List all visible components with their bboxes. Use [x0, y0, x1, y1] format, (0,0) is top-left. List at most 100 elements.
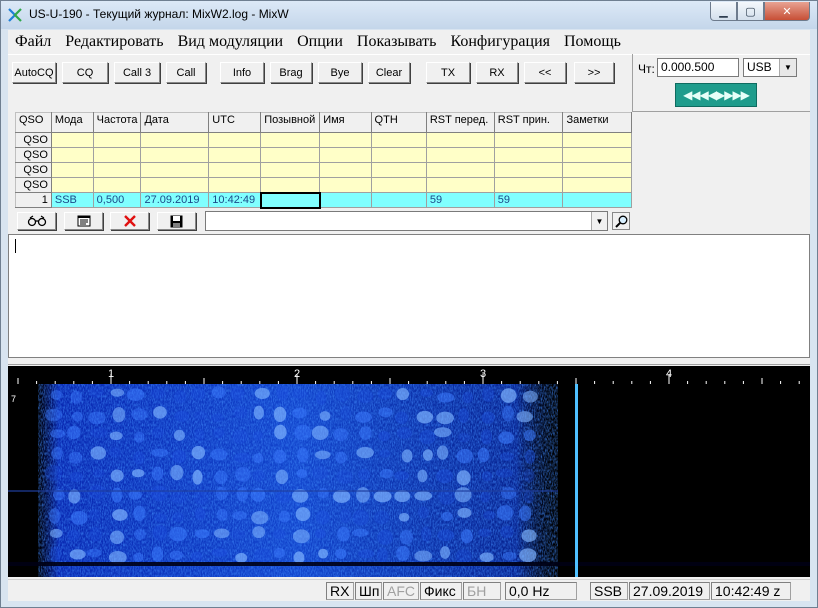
waterfall-display[interactable]: 1234 7 [8, 366, 810, 577]
notes-cell[interactable] [562, 192, 632, 208]
delete-button[interactable] [110, 212, 149, 230]
column-header[interactable]: Имя [319, 112, 372, 133]
utc-cell[interactable]: 10:42:49 [208, 192, 262, 208]
menu-help[interactable]: Помощь [557, 33, 628, 51]
signal-speckle [294, 424, 311, 441]
tx-button[interactable]: TX [426, 62, 470, 83]
rx-status: RX [326, 582, 354, 600]
signal-speckle [523, 429, 536, 442]
table-row[interactable]: QSO [15, 147, 632, 163]
title-bar[interactable]: US-U-190 - Текущий журнал: MixW2.log - M… [1, 1, 817, 29]
signal-speckle [317, 487, 329, 499]
find-button[interactable] [17, 212, 56, 230]
panel-splitter[interactable] [8, 358, 810, 365]
column-header[interactable]: QTH [370, 112, 427, 133]
next-button[interactable]: >> [574, 62, 614, 83]
menu-options[interactable]: Опции [290, 33, 350, 51]
signal-speckle [111, 487, 123, 503]
chevron-down-icon[interactable]: ▼ [779, 59, 796, 76]
prev-button[interactable]: << [524, 62, 566, 83]
menu-mode[interactable]: Вид модуляции [171, 33, 291, 51]
table-row[interactable]: QSO [15, 132, 632, 148]
minimize-button[interactable]: ▁ [710, 2, 737, 21]
menu-file[interactable]: Файл [8, 33, 58, 51]
signal-speckle [419, 430, 436, 445]
receive-text-area[interactable] [8, 234, 810, 358]
clear-button[interactable]: Clear [368, 62, 410, 83]
afc-toggle[interactable]: AFC [383, 582, 419, 600]
signal-speckle [334, 386, 351, 402]
bn-toggle[interactable]: БН [463, 582, 501, 600]
menu-view[interactable]: Показывать [350, 33, 444, 51]
signal-speckle [394, 411, 409, 424]
tune-arrows-control[interactable]: ◀◀◀◀▶▶▶▶ [675, 83, 757, 107]
column-header[interactable]: UTC [208, 112, 262, 133]
column-header[interactable]: RST перед. [425, 112, 495, 133]
bye-button[interactable]: Bye [318, 62, 362, 83]
call-button[interactable]: Call [166, 62, 206, 83]
info-button[interactable]: Info [220, 62, 264, 83]
column-header[interactable]: Дата [140, 112, 210, 133]
save-qso-button[interactable] [157, 212, 196, 230]
signal-speckle [151, 546, 164, 562]
signal-speckle [230, 386, 245, 401]
callsign-combo[interactable]: ▼ [205, 211, 608, 231]
signal-speckle [278, 510, 290, 523]
column-header[interactable]: Позывной [260, 112, 321, 133]
frequency-cell[interactable]: 0,500 [92, 192, 142, 208]
call3-button[interactable]: Call 3 [114, 62, 160, 83]
waterfall-spectrum[interactable] [8, 384, 810, 577]
table-row[interactable]: QSO [15, 177, 632, 193]
mode-select[interactable]: USB ▼ [743, 58, 797, 77]
signal-speckle [232, 429, 248, 444]
menu-configuration[interactable]: Конфигурация [443, 33, 557, 51]
menu-edit[interactable]: Редактировать [58, 33, 170, 51]
maximize-button[interactable]: ▢ [737, 2, 764, 21]
signal-speckle [276, 385, 289, 401]
column-header[interactable]: RST прин. [493, 112, 564, 133]
notepad-icon [77, 215, 90, 227]
signal-speckle [69, 471, 83, 483]
column-header[interactable]: Частота [92, 112, 142, 133]
signal-speckle [214, 470, 228, 485]
frequency-input[interactable]: 0.000.500 [657, 58, 739, 77]
mode-cell[interactable]: SSB [50, 192, 94, 208]
column-header[interactable]: Заметки [562, 112, 632, 133]
log-header-row: QSO Мода Частота Дата UTC Позывной Имя Q… [15, 112, 632, 133]
signal-speckle [479, 552, 494, 562]
signal-speckle [174, 410, 190, 422]
details-button[interactable] [64, 212, 103, 230]
tuning-cursor[interactable] [575, 384, 578, 577]
current-qso-row[interactable]: 1 SSB 0,500 27.09.2019 10:42:49 59 59 [15, 191, 632, 209]
signal-speckle [436, 469, 454, 484]
callsign-cell[interactable] [259, 191, 321, 209]
qth-cell[interactable] [370, 192, 427, 208]
rx-button[interactable]: RX [476, 62, 518, 83]
column-header[interactable]: Мода [50, 112, 94, 133]
date-cell[interactable]: 27.09.2019 [140, 192, 210, 208]
signal-speckle [379, 449, 391, 458]
squelch-toggle[interactable]: Шп [355, 582, 382, 600]
signal-speckle [194, 507, 206, 521]
autocq-button[interactable]: AutoCQ [12, 62, 56, 83]
rst-sent-cell[interactable]: 59 [425, 192, 495, 208]
name-cell[interactable] [319, 192, 372, 208]
column-header[interactable]: QSO [15, 112, 52, 133]
lookup-button[interactable] [612, 212, 630, 230]
chevron-down-icon[interactable]: ▼ [591, 212, 607, 230]
fix-toggle[interactable]: Фикс [420, 582, 462, 600]
signal-speckle [417, 506, 429, 519]
log-table: QSO Мода Частота Дата UTC Позывной Имя Q… [15, 112, 632, 209]
signal-speckle [192, 469, 203, 485]
table-row[interactable]: QSO [15, 162, 632, 178]
menu-bar: Файл Редактировать Вид модуляции Опции П… [8, 30, 810, 54]
signal-speckle [151, 466, 164, 481]
brag-button[interactable]: Brag [270, 62, 312, 83]
signal-speckle [456, 470, 471, 486]
signal-speckle [297, 447, 309, 463]
cq-button[interactable]: CQ [62, 62, 108, 83]
row-number: QSO [15, 147, 52, 163]
close-button[interactable]: ✕ [764, 2, 810, 21]
signal-speckle [480, 491, 491, 503]
rst-rcvd-cell[interactable]: 59 [493, 192, 564, 208]
